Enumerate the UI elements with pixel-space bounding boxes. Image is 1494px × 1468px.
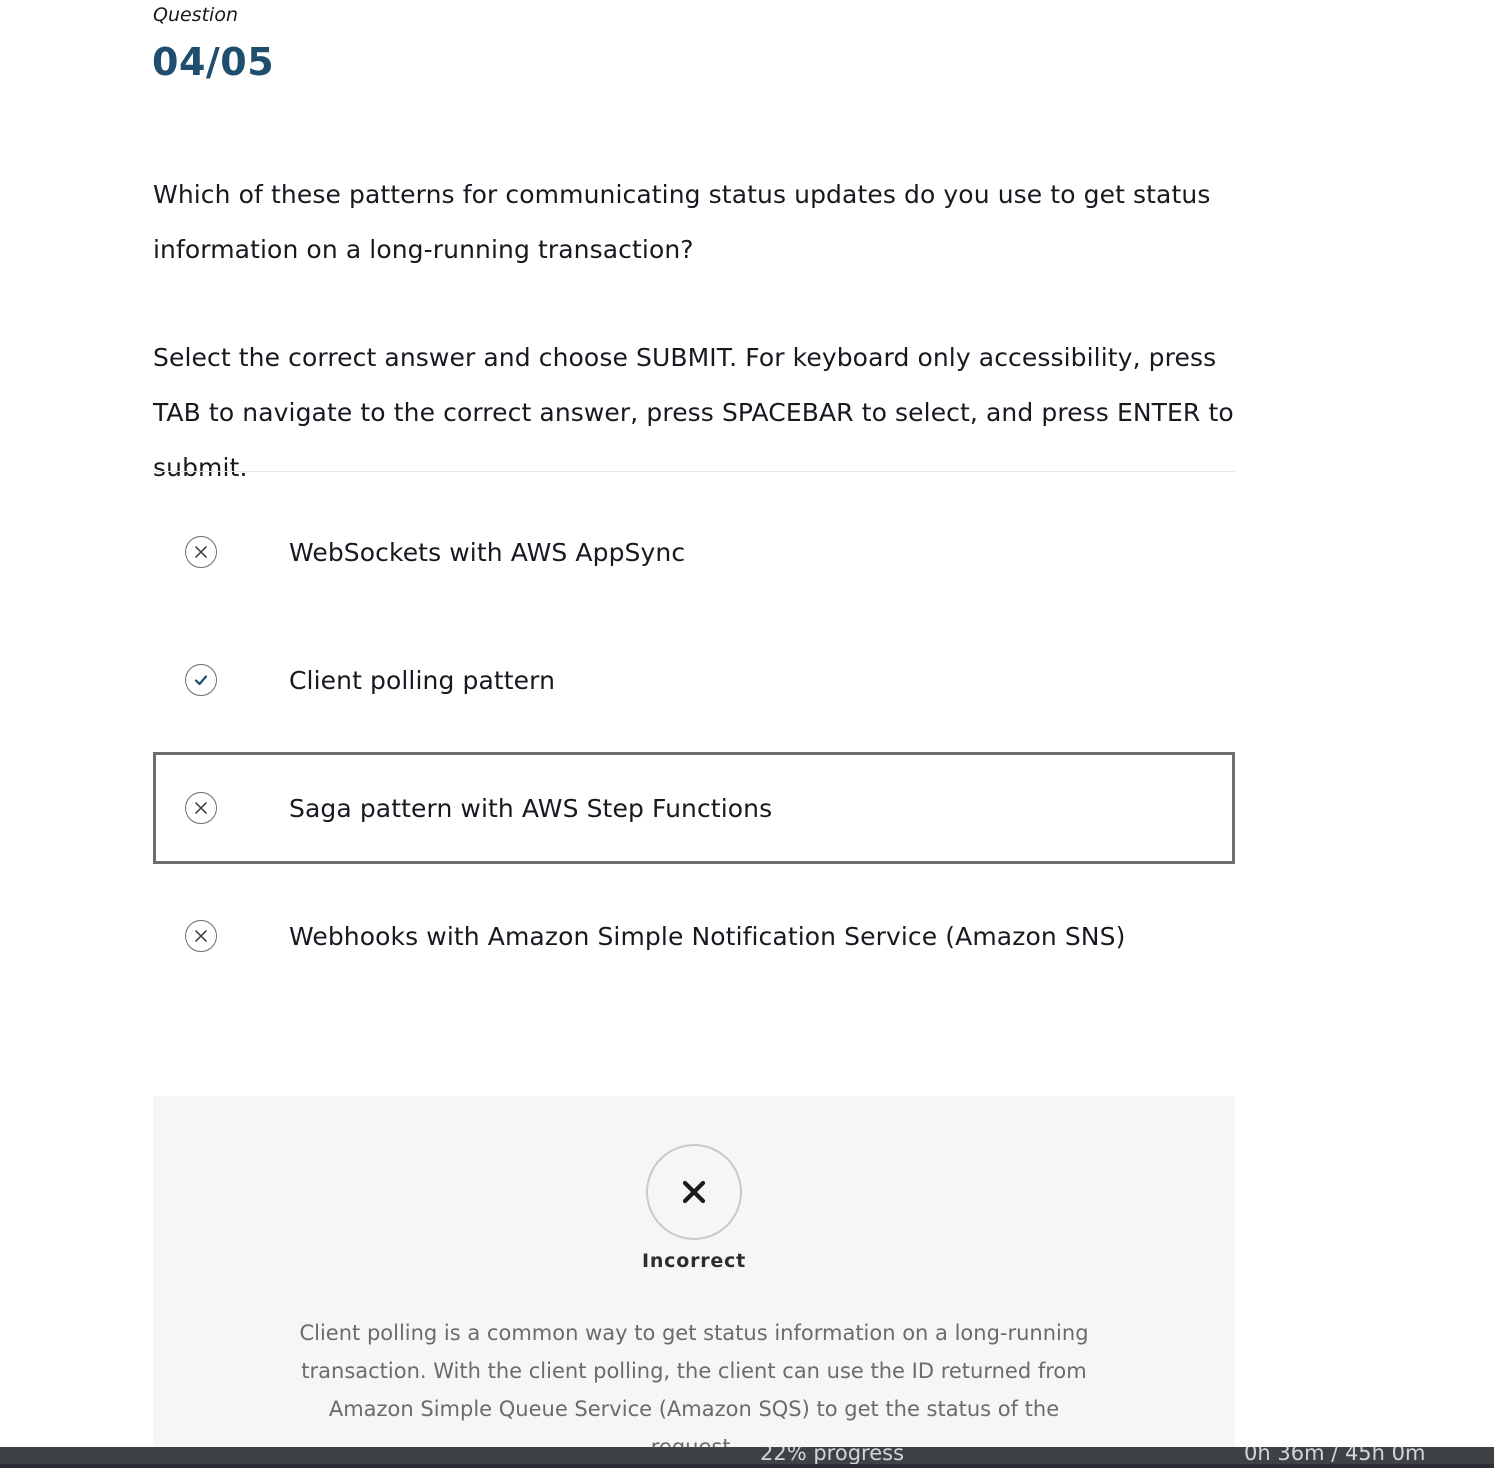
feedback-title: Incorrect xyxy=(641,1250,747,1272)
time-text: 0h 36m / 45h 0m xyxy=(1244,1447,1426,1465)
divider xyxy=(153,471,1235,472)
x-circle-icon xyxy=(185,920,217,952)
progress-text: 22% progress xyxy=(760,1447,905,1465)
question-label: Question xyxy=(153,4,238,26)
check-circle-icon xyxy=(185,664,217,696)
x-icon xyxy=(646,1144,742,1240)
answer-option-client-polling[interactable]: Client polling pattern xyxy=(153,624,1235,736)
answer-option-webhooks[interactable]: Webhooks with Amazon Simple Notification… xyxy=(153,880,1235,992)
answer-option-websockets[interactable]: WebSockets with AWS AppSync xyxy=(153,496,1235,608)
answer-option-label: WebSockets with AWS AppSync xyxy=(289,537,686,567)
answer-option-saga[interactable]: Saga pattern with AWS Step Functions xyxy=(153,752,1235,864)
question-text: Which of these patterns for communicatin… xyxy=(153,180,1211,264)
feedback-text: Client polling is a common way to get st… xyxy=(299,1321,1089,1459)
x-circle-icon xyxy=(185,536,217,568)
answer-option-label: Saga pattern with AWS Step Functions xyxy=(289,793,773,823)
quiz-page: Question 04/05 Which of these patterns f… xyxy=(0,0,1494,1468)
bottom-edge xyxy=(0,1464,1494,1468)
question-number: 04/05 xyxy=(152,40,275,84)
feedback-panel: Incorrect Client polling is a common way… xyxy=(153,1096,1235,1468)
x-circle-icon xyxy=(185,792,217,824)
answer-option-label: Webhooks with Amazon Simple Notification… xyxy=(289,921,1126,951)
answer-option-label: Client polling pattern xyxy=(289,665,556,695)
